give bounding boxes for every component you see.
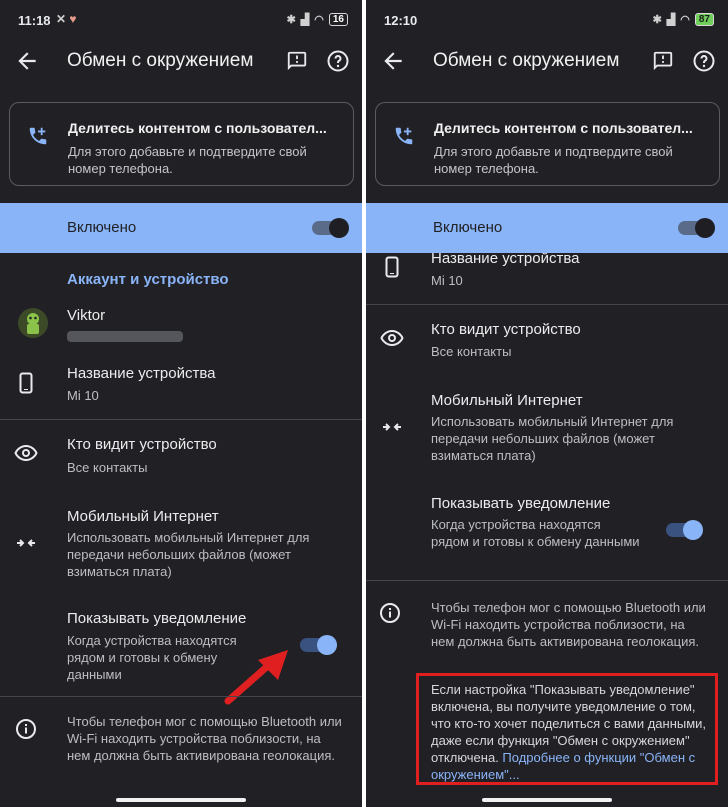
section-title: Аккаунт и устройство — [67, 271, 229, 288]
divider — [366, 304, 728, 305]
card-title: Делитесь контентом с пользовател... — [68, 120, 327, 136]
eye-icon — [380, 329, 404, 347]
avatar — [18, 308, 48, 338]
bluetooth-icon: ✱ — [286, 14, 296, 26]
help-icon[interactable] — [326, 49, 350, 73]
visibility-label: Кто видит устройство — [431, 321, 581, 338]
visibility-row[interactable]: Кто видит устройство Все контакты — [366, 314, 728, 370]
help-icon[interactable] — [692, 49, 716, 73]
location-info-text: Чтобы телефон мог с помощью Bluetooth ил… — [431, 600, 706, 649]
status-time: 12:10 — [384, 13, 418, 28]
battery-indicator: 16 — [328, 13, 348, 26]
info-icon — [16, 719, 36, 739]
bluetooth-icon: ✱ — [652, 14, 662, 26]
mobile-data-label: Мобильный Интернет — [67, 508, 219, 525]
divider — [0, 419, 362, 420]
mobile-data-row[interactable]: Мобильный Интернет Использовать мобильны… — [366, 386, 728, 466]
status-bar: 12:10 ✱ ▟ ◠ 87 — [366, 0, 728, 40]
notification-row[interactable]: Показывать уведомление Когда устройства … — [0, 604, 362, 684]
device-name-value: Mi 10 — [431, 273, 463, 288]
notification-switch[interactable] — [300, 635, 337, 655]
phone-verification-card[interactable]: Делитесь контентом с пользовател... Для … — [9, 102, 354, 186]
feedback-icon[interactable] — [652, 50, 674, 72]
enabled-label: Включено — [433, 219, 503, 236]
info-icon — [380, 603, 400, 623]
notification-note: Если настройка "Показывать уведомление" … — [431, 681, 713, 783]
phone-verification-card[interactable]: Делитесь контентом с пользовател... Для … — [375, 102, 720, 186]
location-info-text: Чтобы телефон мог с помощью Bluetooth ил… — [67, 714, 342, 763]
mobile-data-description: Использовать мобильный Интернет для пере… — [431, 414, 674, 463]
status-time: 11:18 — [18, 13, 51, 28]
notification-switch[interactable] — [666, 520, 703, 540]
card-subtitle: Для этого добавьте и подтвердите свой но… — [434, 144, 673, 176]
wifi-icon: ◠ — [680, 14, 690, 26]
page-title: Обмен с окружением — [433, 50, 620, 71]
wifi-icon: ◠ — [314, 14, 324, 26]
data-transfer-icon — [383, 423, 401, 431]
card-title: Делитесь контентом с пользовател... — [434, 120, 693, 136]
feedback-icon[interactable] — [286, 50, 308, 72]
divider — [0, 696, 362, 697]
device-name-value: Mi 10 — [67, 388, 99, 403]
battery-indicator: 87 — [694, 13, 714, 26]
status-icons: ✱ ▟ ◠ 16 — [287, 13, 348, 26]
screenshot-comparison: 11:18 ✕ ♥ ✱ ▟ ◠ 16 Обмен с окружением Де… — [0, 0, 728, 807]
enabled-switch[interactable] — [678, 218, 715, 238]
gesture-bar[interactable] — [116, 798, 246, 802]
notification-row[interactable]: Показывать уведомление Когда устройства … — [366, 489, 728, 569]
account-name: Viktor — [67, 307, 106, 324]
phone-icon — [385, 256, 399, 278]
visibility-label: Кто видит устройство — [67, 436, 217, 453]
data-transfer-icon — [17, 539, 35, 547]
device-name-label: Название устройства — [67, 365, 216, 382]
page-title: Обмен с окружением — [67, 50, 254, 71]
device-name-row[interactable]: Название устройства Mi 10 — [0, 358, 362, 414]
missed-call-icon: ✕ — [56, 12, 67, 26]
mobile-data-description: Использовать мобильный Интернет для пере… — [67, 530, 310, 579]
status-bar: 11:18 ✕ ♥ ✱ ▟ ◠ 16 — [0, 0, 362, 40]
signal-icon: ▟ — [666, 14, 676, 26]
phone-icon — [19, 372, 33, 394]
visibility-value: Все контакты — [67, 460, 148, 475]
visibility-value: Все контакты — [431, 344, 512, 359]
mobile-data-label: Мобильный Интернет — [431, 392, 583, 409]
divider — [366, 580, 728, 581]
notification-label: Показывать уведомление — [67, 610, 247, 627]
red-arrow-annotation — [224, 650, 288, 705]
phone-add-icon — [395, 127, 413, 145]
mobile-data-row[interactable]: Мобильный Интернет Использовать мобильны… — [0, 502, 362, 582]
signal-icon: ▟ — [300, 14, 310, 26]
eye-icon — [14, 444, 38, 462]
enabled-switch[interactable] — [312, 218, 349, 238]
enabled-label: Включено — [67, 219, 137, 236]
gesture-bar[interactable] — [482, 798, 612, 802]
phone-add-icon — [29, 127, 47, 145]
enabled-toggle-row[interactable]: Включено — [0, 203, 362, 253]
phone-screen-right: 12:10 ✱ ▟ ◠ 87 Обмен с окружением Делите… — [366, 0, 728, 807]
enabled-toggle-row[interactable]: Включено — [366, 203, 728, 253]
status-icons: ✱ ▟ ◠ 87 — [653, 13, 714, 26]
notification-description: Когда устройства находятся рядом и готов… — [431, 517, 640, 549]
visibility-row[interactable]: Кто видит устройство Все контакты — [0, 430, 362, 486]
heart-icon: ♥ — [69, 12, 77, 26]
phone-screen-left: 11:18 ✕ ♥ ✱ ▟ ◠ 16 Обмен с окружением Де… — [0, 0, 362, 807]
back-arrow-icon[interactable] — [380, 48, 406, 74]
back-arrow-icon[interactable] — [14, 48, 40, 74]
notification-label: Показывать уведомление — [431, 495, 611, 512]
card-subtitle: Для этого добавьте и подтвердите свой но… — [68, 144, 307, 176]
blurred-email — [67, 331, 183, 342]
notification-icons: ✕ ♥ — [56, 12, 77, 26]
